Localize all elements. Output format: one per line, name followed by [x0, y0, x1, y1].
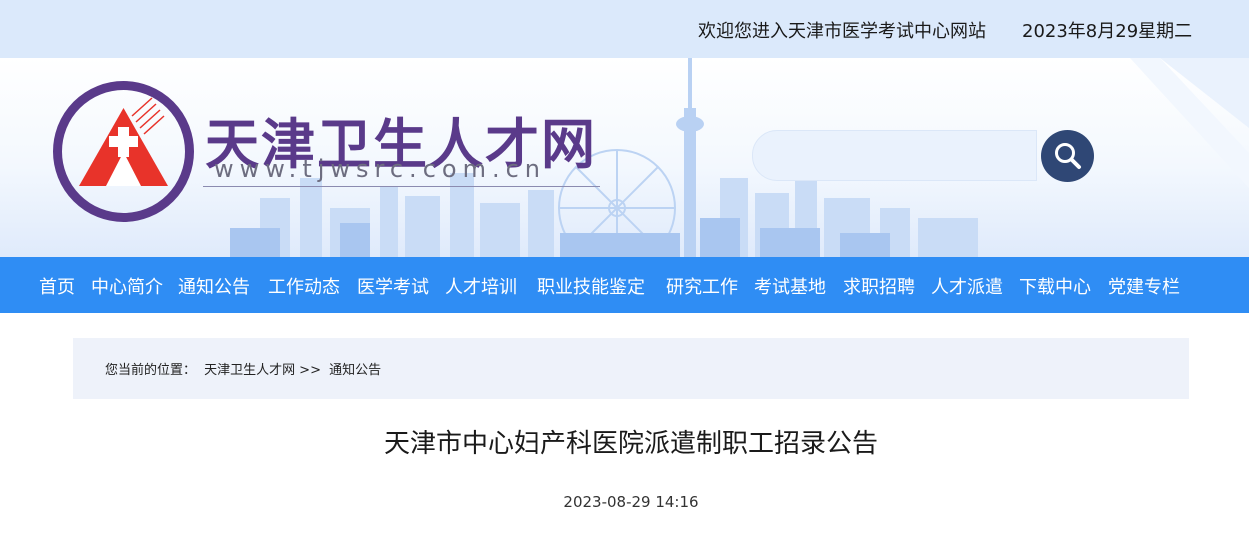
nav-item-notices[interactable]: 通知公告	[178, 273, 250, 299]
nav-item-exam-bases[interactable]: 考试基地	[754, 273, 826, 299]
search-icon	[1054, 143, 1081, 169]
nav-item-training[interactable]: 人才培训	[445, 273, 517, 299]
nav-item-skills-appraisal[interactable]: 职业技能鉴定	[537, 273, 645, 299]
search-box	[752, 130, 1037, 181]
search-input[interactable]	[753, 131, 1036, 180]
logo-emblem-icon	[53, 81, 194, 222]
nav-item-home[interactable]: 首页	[39, 273, 75, 299]
nav-item-jobs[interactable]: 求职招聘	[843, 273, 915, 299]
article-timestamp: 2023-08-29 14:16	[563, 493, 699, 511]
breadcrumb-separator: >>	[299, 363, 321, 378]
nav-item-party-building[interactable]: 党建专栏	[1108, 273, 1180, 299]
article-title: 天津市中心妇产科医院派遣制职工招录公告	[383, 429, 878, 459]
search-button[interactable]	[1041, 130, 1094, 182]
breadcrumb-prefix: 您当前的位置：	[105, 363, 197, 378]
welcome-text: 欢迎您进入天津市医学考试中心网站	[698, 21, 986, 42]
breadcrumb-bar: 您当前的位置： 天津卫生人才网 >> 通知公告	[73, 338, 1189, 399]
main-nav: 首页 中心简介 通知公告 工作动态 医学考试 人才培训 职业技能鉴定 研究工作 …	[0, 257, 1249, 313]
breadcrumb: 您当前的位置： 天津卫生人才网 >> 通知公告	[105, 359, 385, 378]
logo-underline	[203, 186, 600, 187]
breadcrumb-current-link[interactable]: 通知公告	[329, 363, 381, 378]
breadcrumb-home-link[interactable]: 天津卫生人才网	[204, 363, 295, 378]
nav-item-medical-exams[interactable]: 医学考试	[357, 273, 429, 299]
site-logo-url: www.tjwsrc.com.cn	[214, 155, 546, 183]
nav-item-news[interactable]: 工作动态	[268, 273, 340, 299]
current-date: 2023年8月29星期二	[1022, 21, 1193, 42]
nav-item-about[interactable]: 中心简介	[91, 273, 163, 299]
nav-item-downloads[interactable]: 下载中心	[1019, 273, 1091, 299]
top-bar: 欢迎您进入天津市医学考试中心网站 2023年8月29星期二	[0, 0, 1249, 58]
nav-item-research[interactable]: 研究工作	[666, 273, 738, 299]
nav-item-dispatch[interactable]: 人才派遣	[931, 273, 1003, 299]
